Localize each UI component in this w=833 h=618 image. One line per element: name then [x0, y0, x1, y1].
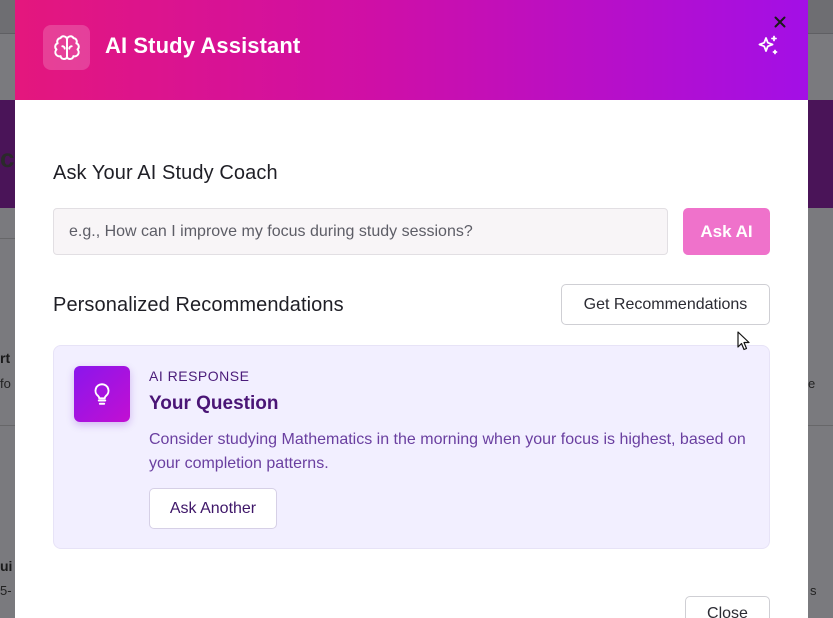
brain-icon — [43, 25, 90, 70]
ask-section-title: Ask Your AI Study Coach — [53, 162, 278, 184]
close-icon[interactable] — [772, 14, 788, 30]
background-divider — [0, 425, 15, 426]
response-body: Consider studying Mathematics in the mor… — [149, 431, 746, 472]
question-input[interactable] — [53, 208, 668, 255]
background-text-fragment: e — [808, 376, 816, 391]
ask-another-button[interactable]: Ask Another — [149, 488, 277, 529]
background-text-fragment: s — [810, 583, 817, 598]
modal-title: AI Study Assistant — [105, 33, 301, 58]
background-text-fragment: rt — [0, 350, 11, 366]
background-divider — [808, 425, 833, 426]
response-title: Your Question — [149, 393, 279, 414]
sparkles-icon — [756, 34, 780, 58]
ai-response-card: AI RESPONSE Your Question Consider study… — [53, 345, 770, 549]
background-text-fragment: c — [0, 143, 15, 173]
background-text-fragment: 5- — [0, 583, 12, 598]
mouse-cursor-icon — [737, 331, 751, 351]
close-button[interactable]: Close — [685, 596, 770, 618]
get-recommendations-button[interactable]: Get Recommendations — [561, 284, 770, 325]
modal-header: AI Study Assistant — [15, 0, 808, 100]
response-eyebrow: AI RESPONSE — [149, 368, 250, 384]
lightbulb-icon — [74, 366, 130, 422]
recommendations-title: Personalized Recommendations — [53, 294, 344, 316]
background-text-fragment: fo — [0, 376, 11, 391]
ai-study-assistant-modal: AI Study Assistant Ask Your AI Study Coa… — [15, 0, 808, 618]
background-text-fragment: ui — [0, 558, 13, 574]
background-divider — [0, 238, 15, 239]
ask-ai-button[interactable]: Ask AI — [683, 208, 770, 255]
